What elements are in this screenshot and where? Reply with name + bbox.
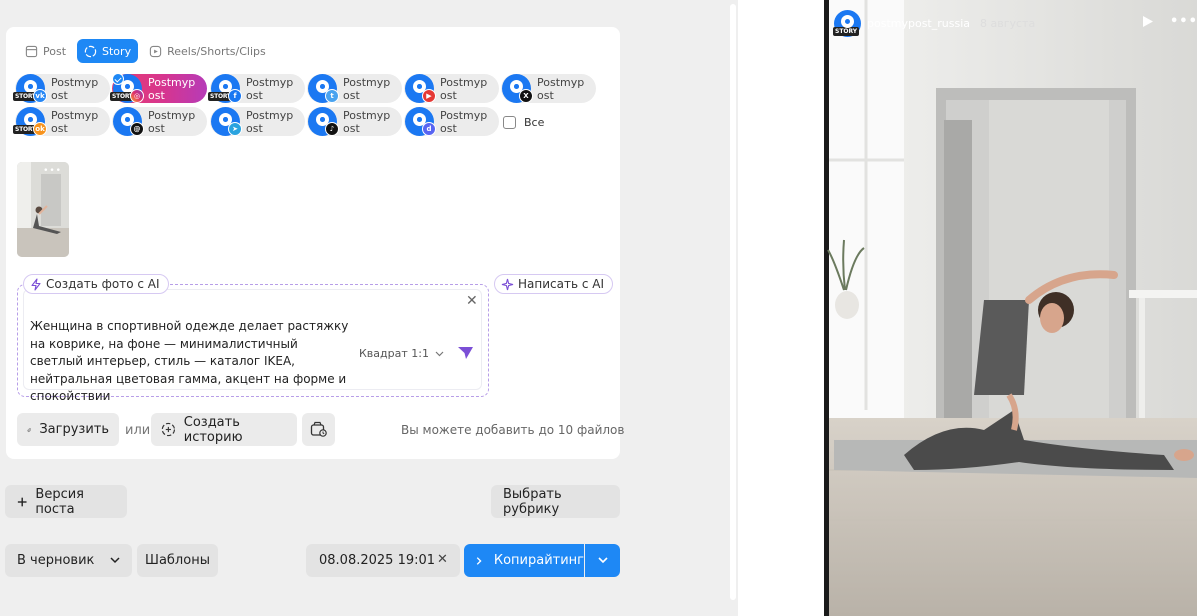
media-library-button[interactable] (302, 413, 335, 446)
account-name: Postmyp ost (343, 109, 391, 135)
chevron-right-icon (476, 556, 482, 565)
send-icon[interactable] (457, 346, 474, 360)
account-chip-odnoklassniki[interactable]: STORY ok Postmyp ost (13, 107, 110, 136)
youtube-icon: ▶ (422, 89, 436, 103)
upload-button[interactable]: Загрузить (17, 413, 119, 446)
story-icon (84, 45, 97, 57)
account-chip-threads[interactable]: @ Postmyp ost (112, 107, 207, 136)
story-preview (824, 0, 1197, 616)
story-date: 8 августа (980, 17, 1036, 30)
checkbox-box[interactable] (503, 116, 516, 129)
tab-reels-label: Reels/Shorts/Clips (167, 44, 266, 58)
twitter-icon: t (325, 89, 339, 103)
ratio-label: Квадрат 1:1 (359, 347, 429, 360)
select-all-label: Все (524, 116, 545, 129)
story-image (827, 0, 1197, 616)
account-chip-vk[interactable]: STORY vk Postmyp ost (13, 74, 110, 103)
post-type-tabs: Post Story Reels/Shorts/Clips (18, 39, 273, 63)
plus-icon (17, 497, 27, 506)
account-chip-youtube[interactable]: ▶ Postmyp ost (404, 74, 499, 103)
media-thumbnail[interactable]: ••• (17, 162, 69, 257)
create-story-label: Создать историю (183, 414, 243, 445)
ratio-select[interactable]: Квадрат 1:1 (359, 347, 444, 360)
paperclip-icon (27, 427, 31, 432)
more-icon[interactable]: ••• (1170, 14, 1198, 29)
story-header: STORY postmypost_russia 8 августа (833, 10, 1036, 37)
copywriting-button[interactable]: Копирайтинг (464, 544, 584, 577)
discord-icon: d (422, 122, 436, 136)
selected-check-icon (112, 73, 124, 85)
tab-story-label: Story (102, 44, 132, 58)
chevron-down-icon (435, 351, 444, 356)
story-username: postmypost_russia (867, 17, 970, 30)
add-story-icon (161, 422, 176, 437)
account-name: Postmyp ost (537, 76, 585, 102)
account-name: Postmyp ost (148, 109, 196, 135)
create-photo-ai-label: Создать фото с AI (46, 277, 160, 291)
lightning-icon (31, 277, 41, 291)
media-library-icon (310, 421, 327, 437)
close-icon[interactable]: ✕ (466, 293, 478, 309)
write-ai-label: Написать с AI (518, 277, 605, 291)
post-version-label: Версия поста (35, 486, 84, 517)
write-ai-button[interactable]: Написать с AI (494, 274, 614, 294)
threads-icon: @ (130, 122, 144, 136)
or-label: или (125, 423, 151, 438)
upload-hint: Вы можете добавить до 10 файлов (401, 423, 625, 437)
chevron-down-icon (110, 557, 120, 564)
copywriting-dropdown[interactable] (585, 544, 620, 577)
clear-date-icon[interactable]: ✕ (437, 552, 448, 567)
choose-rubric-button[interactable]: Выбрать рубрику (491, 485, 620, 518)
account-chip-x[interactable]: X Postmyp ost (501, 74, 596, 103)
instagram-icon: ◎ (130, 89, 144, 103)
account-name: Postmyp ost (148, 76, 196, 102)
telegram-icon: ➤ (228, 122, 242, 136)
account-name: Postmyp ost (440, 76, 488, 102)
tab-story[interactable]: Story (77, 39, 139, 63)
scrollbar[interactable] (730, 4, 736, 600)
templates-button[interactable]: Шаблоны (137, 544, 218, 577)
odnoklassniki-icon: ok (33, 122, 47, 136)
create-photo-ai-button[interactable]: Создать фото с AI (23, 274, 169, 294)
chevron-down-icon (597, 557, 608, 564)
more-icon[interactable]: ••• (43, 166, 62, 176)
play-icon[interactable] (1142, 15, 1154, 28)
account-name: Postmyp ost (440, 109, 488, 135)
account-chip-discord[interactable]: d Postmyp ost (404, 107, 499, 136)
templates-label: Шаблоны (145, 553, 210, 568)
yoga-image (17, 162, 69, 257)
account-chip-facebook[interactable]: STORY f Postmyp ost (208, 74, 305, 103)
account-name: Postmyp ost (246, 109, 294, 135)
vk-icon: vk (33, 89, 47, 103)
x-icon: X (519, 89, 533, 103)
account-name: Postmyp ost (51, 76, 99, 102)
tab-reels[interactable]: Reels/Shorts/Clips (142, 39, 273, 63)
reels-icon (149, 45, 162, 57)
sparkle-icon (501, 278, 514, 290)
choose-rubric-label: Выбрать рубрику (503, 486, 562, 517)
account-chip-tiktok[interactable]: ♪ Postmyp ost (307, 107, 402, 136)
tab-post-label: Post (43, 44, 67, 58)
upload-label: Загрузить (39, 422, 109, 437)
tab-post[interactable]: Post (18, 39, 73, 63)
account-name: Postmyp ost (51, 109, 99, 135)
post-icon (25, 45, 38, 57)
facebook-icon: f (228, 89, 242, 103)
select-all-checkbox[interactable]: Все (503, 116, 544, 129)
tiktok-icon: ♪ (325, 122, 339, 136)
draft-label: В черновик (17, 553, 95, 568)
story-badge: STORY (833, 27, 860, 36)
post-version-button[interactable]: Версия поста (5, 485, 127, 518)
create-story-button[interactable]: Создать историю (151, 413, 297, 446)
account-chip-instagram[interactable]: STORY ◎ Postmyp ost (110, 73, 207, 103)
account-chip-twitter[interactable]: t Postmyp ost (307, 74, 402, 103)
draft-dropdown[interactable]: В черновик (5, 544, 132, 577)
story-avatar: STORY (833, 10, 861, 37)
copywriting-label: Копирайтинг (493, 553, 584, 568)
ai-prompt-text[interactable]: Женщина в спортивной одежде делает растя… (30, 318, 350, 406)
account-chip-telegram[interactable]: ➤ Postmyp ost (210, 107, 305, 136)
account-name: Postmyp ost (246, 76, 294, 102)
publish-date-value: 08.08.2025 19:01 (319, 553, 436, 568)
account-name: Postmyp ost (343, 76, 391, 102)
